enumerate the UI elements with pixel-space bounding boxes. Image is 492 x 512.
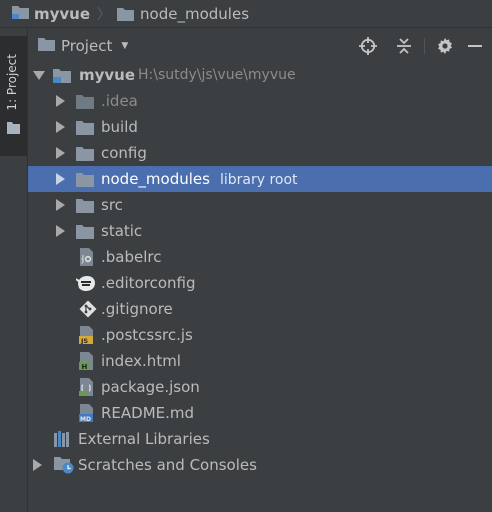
tree-file-gitignore[interactable]: .gitignore (28, 296, 492, 322)
markdown-file-icon: MD (79, 404, 95, 426)
file-name: package.json (101, 378, 200, 396)
tree-folder-config[interactable]: config (28, 140, 492, 166)
file-name: .editorconfig (101, 274, 196, 292)
json-file-icon (79, 378, 95, 400)
collapse-all-icon[interactable] (391, 33, 417, 59)
file-name: README.md (101, 404, 195, 422)
folder-name: src (101, 196, 123, 214)
collapsed-arrow-icon[interactable] (56, 95, 65, 107)
folder-name: node_modules library root (101, 170, 298, 188)
folder-icon (76, 198, 94, 217)
folder-name: .idea (101, 92, 138, 110)
locate-icon[interactable] (355, 33, 381, 59)
folder-icon (76, 224, 94, 243)
external-libraries-label: External Libraries (78, 430, 210, 448)
folder-name: build (101, 118, 138, 136)
tree-scratches-and-consoles[interactable]: Scratches and Consoles (28, 452, 492, 478)
project-tool-window-header: Project ▼ (28, 33, 492, 59)
folder-icon (7, 119, 20, 138)
tree-file-package-json[interactable]: package.json (28, 374, 492, 400)
collapsed-arrow-icon[interactable] (56, 199, 65, 211)
project-tree[interactable]: myvue H:\sutdy\js\vue\myvue .idea build … (28, 61, 492, 512)
breadcrumb-project[interactable]: myvue (34, 5, 90, 23)
scratches-icon (54, 456, 74, 478)
navigation-bar: myvue 〉 node_modules (0, 0, 492, 28)
tree-file-postcssrc[interactable]: JS .postcssrc.js (28, 322, 492, 348)
folder-icon (76, 172, 94, 191)
project-tab-label: 1: Project (5, 54, 19, 111)
file-name: index.html (101, 352, 181, 370)
breadcrumb-module[interactable]: node_modules (140, 5, 249, 23)
libraries-icon (54, 431, 72, 451)
tree-file-editorconfig[interactable]: .editorconfig (28, 270, 492, 296)
folder-icon (117, 7, 135, 21)
collapsed-arrow-icon[interactable] (56, 173, 65, 185)
collapsed-arrow-icon[interactable] (56, 225, 65, 237)
svg-text:MD: MD (80, 416, 91, 422)
tool-window-title: Project (61, 37, 113, 55)
project-tool-tab[interactable]: 1: Project (0, 36, 27, 156)
tree-folder-build[interactable]: build (28, 114, 492, 140)
tree-file-readme[interactable]: MD README.md (28, 400, 492, 426)
project-folder-icon (12, 5, 29, 23)
svg-text:JS: JS (80, 337, 88, 344)
breadcrumb: myvue 〉 node_modules (0, 0, 249, 27)
file-name: .postcssrc.js (101, 326, 193, 344)
tree-folder-node-modules[interactable]: node_modules library root (28, 166, 492, 192)
minimize-icon[interactable] (462, 33, 488, 59)
scratches-label: Scratches and Consoles (78, 456, 257, 474)
html-file-icon: H (79, 352, 95, 374)
config-file-icon (79, 248, 94, 270)
collapsed-arrow-icon[interactable] (56, 147, 65, 159)
toolbar-separator (424, 38, 425, 54)
tree-root-myvue[interactable]: myvue H:\sutdy\js\vue\myvue (28, 62, 492, 88)
chevron-down-icon: ▼ (121, 41, 129, 51)
folder-icon (76, 120, 94, 139)
folder-name: config (101, 144, 147, 162)
tool-window-strip: 1: Project (0, 28, 28, 512)
collapsed-arrow-icon[interactable] (33, 459, 42, 471)
tree-file-babelrc[interactable]: .babelrc (28, 244, 492, 270)
folder-icon (76, 146, 94, 165)
folder-name-text: node_modules (101, 170, 210, 188)
project-folder-icon (53, 68, 71, 87)
file-name: .gitignore (101, 300, 173, 318)
library-root-hint: library root (219, 172, 298, 188)
tree-folder-src[interactable]: src (28, 192, 492, 218)
tree-file-index-html[interactable]: H index.html (28, 348, 492, 374)
collapsed-arrow-icon[interactable] (56, 121, 65, 133)
folder-icon (38, 37, 55, 55)
expanded-arrow-icon[interactable] (33, 71, 45, 80)
tree-external-libraries[interactable]: External Libraries (28, 426, 492, 452)
file-name: .babelrc (101, 248, 162, 266)
project-view-selector[interactable]: Project ▼ (38, 37, 128, 55)
root-path: H:\sutdy\js\vue\myvue (138, 67, 296, 83)
folder-icon (76, 94, 94, 113)
svg-text:H: H (82, 363, 88, 370)
editorconfig-icon (75, 275, 96, 296)
git-icon (79, 300, 97, 322)
tree-folder-idea[interactable]: .idea (28, 88, 492, 114)
tree-folder-static[interactable]: static (28, 218, 492, 244)
breadcrumb-separator: 〉 (97, 6, 112, 23)
folder-name: static (101, 222, 143, 240)
javascript-file-icon: JS (79, 326, 95, 348)
root-name: myvue (79, 66, 136, 84)
gear-icon[interactable] (432, 33, 458, 59)
